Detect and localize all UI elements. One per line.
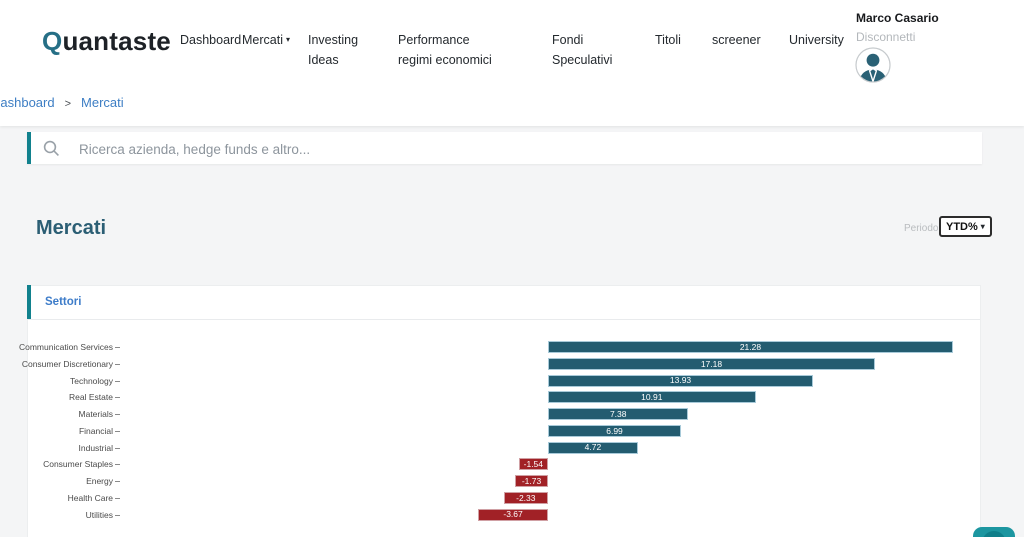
nav-item-screener[interactable]: screener: [712, 30, 761, 50]
bar-value: 17.18: [701, 360, 722, 369]
card-accent-bar: [27, 285, 31, 319]
nav-item-mercati[interactable]: Mercati▾: [242, 30, 290, 50]
period-label: Periodo: [904, 223, 938, 234]
bar: 7.38: [548, 408, 688, 420]
bar-value: -1.73: [522, 477, 541, 486]
bar-value: 6.99: [606, 427, 623, 436]
axis-tick: [115, 414, 120, 415]
bar-value: 4.72: [585, 443, 602, 452]
chevron-down-icon: ▾: [286, 35, 290, 44]
bar-label: Utilities: [86, 510, 113, 520]
nav-item-performance-regimi[interactable]: Performance regimi economici: [398, 30, 504, 70]
breadcrumb-mercati[interactable]: Mercati: [81, 95, 124, 110]
page: Quantaste Dashboard Mercati▾ Investing I…: [0, 0, 1024, 537]
search-bar: [27, 132, 982, 164]
bar: 4.72: [548, 442, 638, 454]
axis-tick: [115, 397, 120, 398]
bar: -1.73: [515, 475, 548, 487]
bar-value: -1.54: [524, 460, 543, 469]
brand-logo[interactable]: Quantaste: [42, 26, 171, 57]
nav-item-mercati-label: Mercati: [242, 33, 283, 47]
bar-label: Communication Services: [19, 342, 113, 352]
chevron-down-icon: ▾: [981, 222, 985, 231]
bar-value: -2.33: [516, 494, 535, 503]
top-navbar: Quantaste Dashboard Mercati▾ Investing I…: [0, 0, 1024, 126]
bar-value: 10.91: [641, 393, 662, 402]
axis-tick: [115, 364, 120, 365]
axis-tick: [115, 381, 120, 382]
bar: -2.33: [504, 492, 548, 504]
logout-link[interactable]: Disconnetti: [856, 30, 915, 44]
bar-label: Financial: [79, 426, 113, 436]
bar-label: Technology: [70, 376, 113, 386]
bar: 6.99: [548, 425, 681, 437]
bar-label: Materials: [79, 409, 113, 419]
page-title: Mercati: [36, 217, 106, 240]
bar-label: Industrial: [79, 443, 114, 453]
bar: -3.67: [478, 509, 548, 521]
nav-item-university[interactable]: University: [789, 30, 844, 50]
axis-tick: [115, 515, 120, 516]
axis-tick: [115, 498, 120, 499]
bar-value: 7.38: [610, 410, 627, 419]
bar: 13.93: [548, 375, 813, 387]
axis-tick: [115, 431, 120, 432]
bar: 10.91: [548, 391, 756, 403]
bar-value: -3.67: [503, 510, 522, 519]
bar-label: Energy: [86, 476, 113, 486]
axis-tick: [115, 448, 120, 449]
user-avatar-icon[interactable]: [855, 47, 891, 83]
bar: -1.54: [519, 458, 548, 470]
nav-item-investing-ideas[interactable]: Investing Ideas: [308, 30, 370, 70]
nav-item-fondi-speculativi[interactable]: Fondi Speculativi: [552, 30, 628, 70]
settori-card-title[interactable]: Settori: [45, 296, 81, 308]
period-dropdown[interactable]: YTD%▾: [939, 216, 992, 237]
axis-tick: [115, 481, 120, 482]
bar-label: Health Care: [68, 493, 113, 503]
bar-label: Consumer Discretionary: [22, 359, 113, 369]
settori-card: Settori Communication Services21.28Consu…: [27, 285, 981, 537]
bar-value: 13.93: [670, 376, 691, 385]
nav-item-dashboard[interactable]: Dashboard: [180, 30, 241, 50]
period-value: YTD%: [946, 221, 978, 233]
chat-widget-icon: [982, 531, 1006, 537]
breadcrumb-dashboard[interactable]: Dashboard: [0, 95, 55, 110]
search-input[interactable]: [77, 132, 971, 166]
brand-logo-rest: uantaste: [62, 26, 171, 56]
chat-widget-button[interactable]: [973, 527, 1015, 537]
user-name: Marco Casario: [856, 11, 939, 25]
axis-tick: [115, 464, 120, 465]
bar-label: Consumer Staples: [43, 459, 113, 469]
breadcrumb: Dashboard > Mercati: [0, 95, 124, 110]
search-icon: [43, 140, 60, 162]
bar: 17.18: [548, 358, 875, 370]
bar-label: Real Estate: [69, 392, 113, 402]
bar-value: 21.28: [740, 343, 761, 352]
nav-item-titoli[interactable]: Titoli: [655, 30, 681, 50]
axis-tick: [115, 347, 120, 348]
breadcrumb-separator: >: [65, 98, 71, 110]
sector-bar-chart: Communication Services21.28Consumer Disc…: [28, 319, 980, 537]
bar: 21.28: [548, 341, 953, 353]
settori-card-header: Settori: [28, 286, 980, 320]
brand-logo-q: Q: [42, 26, 62, 56]
